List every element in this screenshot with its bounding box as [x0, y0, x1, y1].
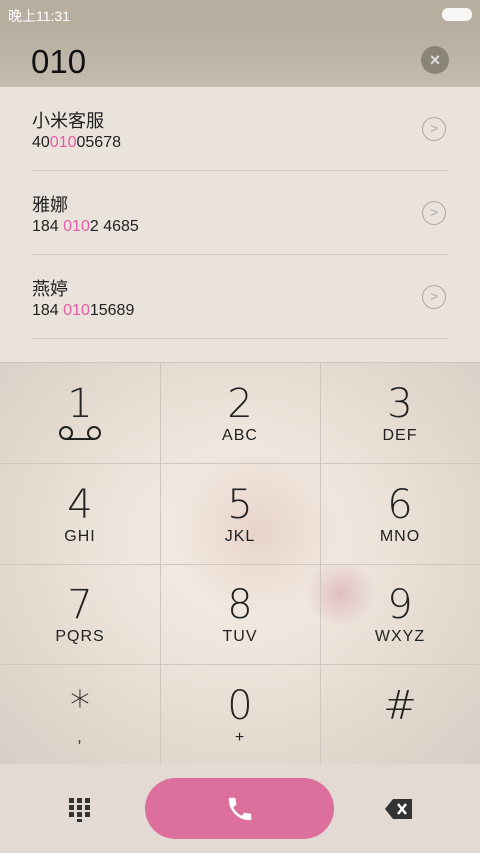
- key-4[interactable]: 4 GHI: [0, 464, 160, 565]
- key-7[interactable]: 7 PQRS: [0, 564, 160, 665]
- key-digit: 3: [387, 381, 413, 427]
- clear-number-button[interactable]: ×: [421, 46, 449, 74]
- key-letters: ABC: [222, 427, 258, 444]
- call-button[interactable]: [145, 778, 334, 839]
- key-digit: 0: [227, 683, 253, 729]
- key-digit: *: [70, 683, 90, 729]
- key-6[interactable]: 6 MNO: [320, 464, 480, 565]
- key-letters: DEF: [382, 427, 418, 444]
- contact-name: 燕婷: [32, 279, 68, 299]
- key-digit: 7: [67, 582, 93, 628]
- contact-results: 小米客服 4001005678 > 雅娜 184 0102 4685 > 燕婷 …: [0, 87, 480, 362]
- key-8[interactable]: 8 TUV: [160, 564, 320, 665]
- key-digit: 6: [387, 482, 413, 528]
- close-icon: ×: [429, 50, 441, 70]
- key-3[interactable]: 3 DEF: [320, 363, 480, 464]
- key-letters: JKL: [224, 528, 256, 545]
- phone-icon: [228, 797, 252, 821]
- dialed-number: 010: [31, 43, 87, 80]
- key-digit: 5: [227, 482, 253, 528]
- contact-phone: 184 01015689: [32, 302, 135, 319]
- contact-phone: 184 0102 4685: [32, 218, 139, 235]
- status-time: 晚上11:31: [8, 8, 70, 24]
- divider: [32, 338, 448, 339]
- backspace-icon[interactable]: [384, 798, 414, 820]
- chevron-right-icon[interactable]: >: [422, 285, 446, 309]
- dial-keypad: 1 2 ABC 3 DEF 4 GHI 5 JKL 6 MNO 7 PQRS 8…: [0, 362, 480, 765]
- key-digit: 8: [227, 582, 253, 628]
- battery-icon: [442, 8, 472, 21]
- key-letters: GHI: [64, 528, 96, 545]
- key-hash[interactable]: #: [320, 665, 480, 766]
- key-letters: MNO: [379, 528, 421, 545]
- contact-result-item[interactable]: 燕婷 184 01015689 >: [0, 255, 480, 339]
- key-digit: 9: [387, 582, 413, 628]
- key-digit: 2: [227, 381, 253, 427]
- key-2[interactable]: 2 ABC: [160, 363, 320, 464]
- bottom-bar: [0, 764, 480, 853]
- key-0[interactable]: 0 +: [160, 665, 320, 766]
- contact-result-item[interactable]: 雅娜 184 0102 4685 >: [0, 171, 480, 255]
- contact-phone: 4001005678: [32, 134, 121, 151]
- contact-name: 雅娜: [32, 195, 68, 215]
- contact-result-item[interactable]: 小米客服 4001005678 >: [0, 87, 480, 171]
- key-letters: ,: [77, 729, 83, 746]
- contact-name: 小米客服: [32, 111, 104, 131]
- key-digit: 4: [67, 482, 93, 528]
- key-star[interactable]: * ,: [0, 665, 160, 766]
- key-letters: WXYZ: [374, 628, 426, 645]
- dialpad-icon[interactable]: [67, 796, 93, 822]
- key-digit: 1: [67, 381, 93, 427]
- voicemail-icon: [59, 426, 101, 440]
- status-bar: 晚上11:31: [0, 0, 480, 28]
- key-letters: +: [234, 729, 246, 746]
- chevron-right-icon[interactable]: >: [422, 117, 446, 141]
- key-1[interactable]: 1: [0, 363, 160, 464]
- key-letters: TUV: [222, 628, 258, 645]
- key-letters: PQRS: [55, 628, 105, 645]
- key-5[interactable]: 5 JKL: [160, 464, 320, 565]
- chevron-right-icon[interactable]: >: [422, 201, 446, 225]
- key-digit: #: [383, 683, 417, 729]
- number-bar: 010 ×: [0, 28, 480, 87]
- key-9[interactable]: 9 WXYZ: [320, 564, 480, 665]
